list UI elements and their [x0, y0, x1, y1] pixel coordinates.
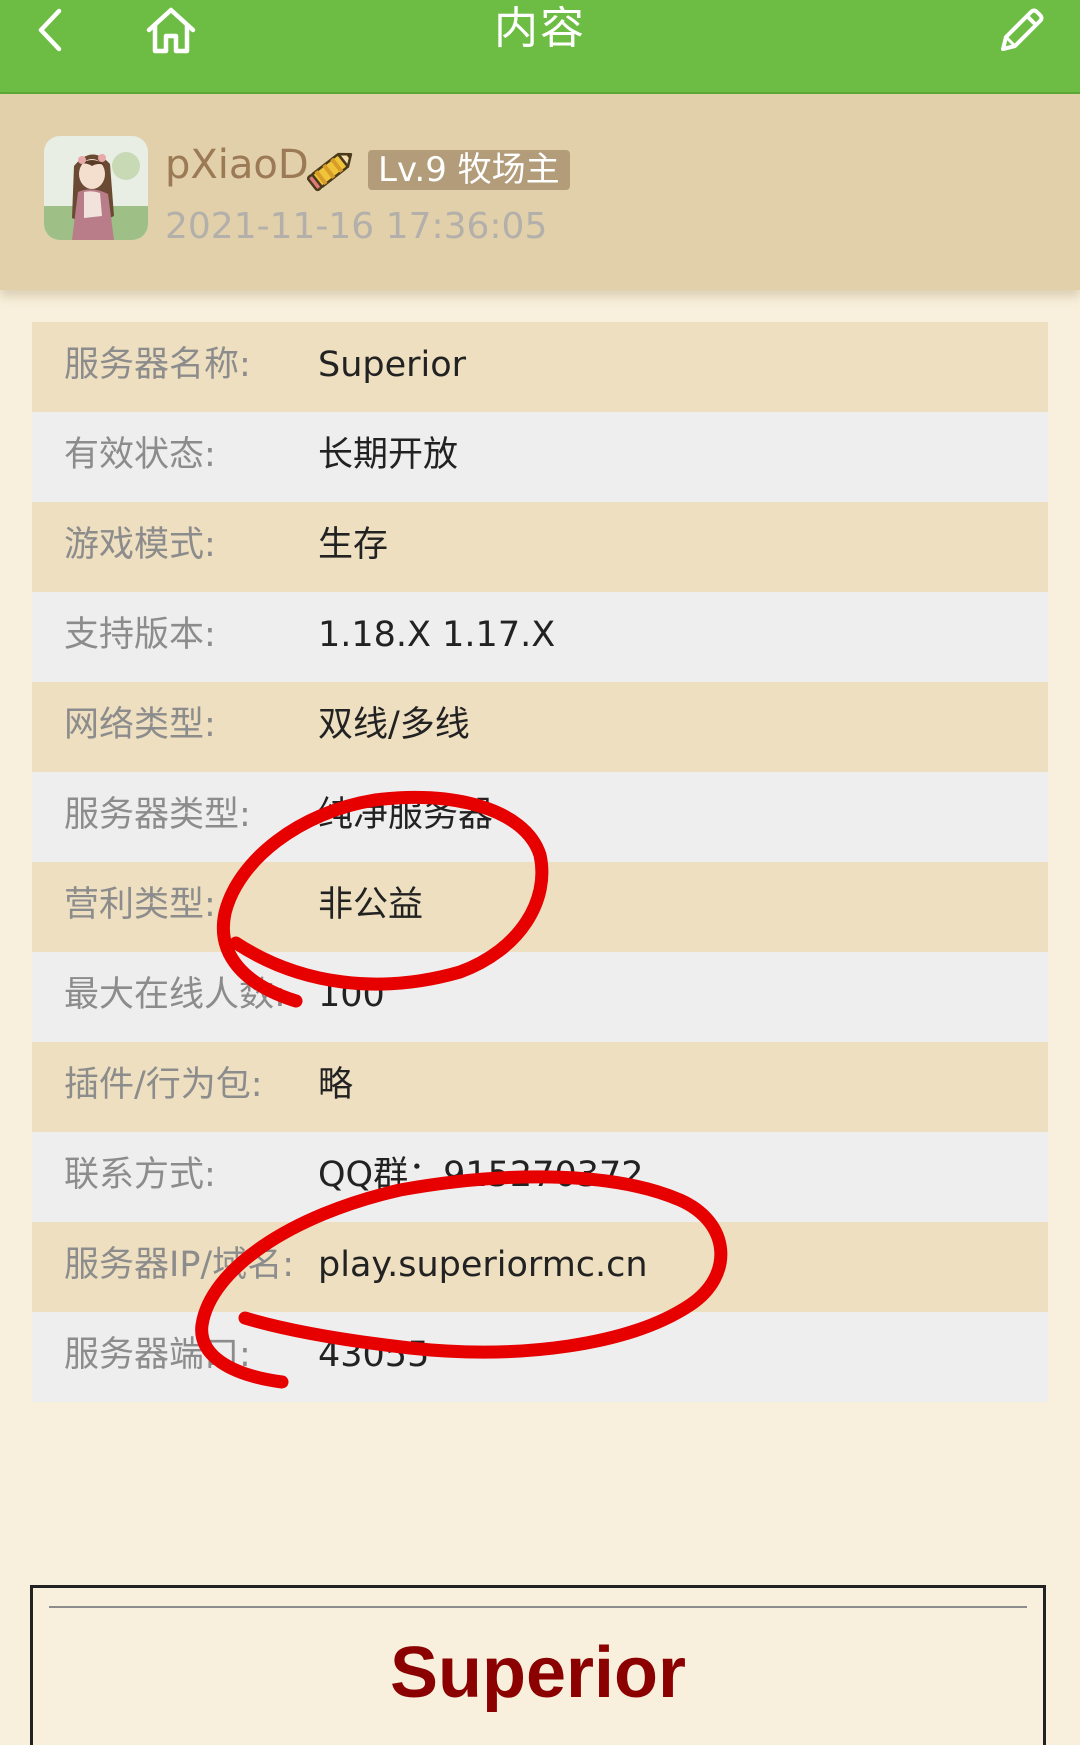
page-title: 内容	[494, 3, 586, 54]
table-row-status: 有效状态: 长期开放	[32, 412, 1048, 502]
table-row-max-players: 最大在线人数: 100	[32, 952, 1048, 1042]
table-row-server-port: 服务器端口: 43055	[32, 1312, 1048, 1402]
author-name[interactable]: pXiaoD	[165, 142, 309, 188]
table-row-versions: 支持版本: 1.18.X 1.17.X	[32, 592, 1048, 682]
row-label: 网络类型:	[64, 705, 216, 745]
content-title: Superior	[389, 1633, 687, 1713]
table-row-profit-type: 营利类型: 非公益	[32, 862, 1048, 952]
pencil-icon	[1001, 8, 1044, 51]
pencil-badge-icon	[306, 152, 353, 192]
post-content-card: Superior	[30, 1585, 1046, 1745]
edit-button[interactable]	[990, 0, 1054, 60]
row-value[interactable]: play.superiormc.cn	[318, 1222, 648, 1308]
row-value: 100	[318, 975, 385, 1015]
table-row-server-ip: 服务器IP/域名: play.superiormc.cn	[32, 1222, 1048, 1312]
avatar-image	[44, 136, 148, 240]
row-value: 1.18.X 1.17.X	[318, 615, 556, 655]
post-timestamp: 2021-11-16 17:36:05	[165, 206, 548, 247]
row-value: QQ群：915270372	[318, 1155, 644, 1195]
row-label: 插件/行为包:	[64, 1065, 263, 1105]
row-value: 略	[318, 1065, 354, 1105]
table-row-server-type: 服务器类型: 纯净服务器	[32, 772, 1048, 862]
row-label: 最大在线人数:	[64, 975, 286, 1015]
table-row-contact: 联系方式: QQ群：915270372	[32, 1132, 1048, 1222]
row-value: 纯净服务器	[318, 795, 494, 835]
table-row-network-type: 网络类型: 双线/多线	[32, 682, 1048, 772]
row-value: 43055	[318, 1335, 430, 1375]
row-value: 长期开放	[318, 435, 459, 475]
row-label: 游戏模式:	[64, 525, 216, 565]
row-label: 服务器端口:	[64, 1335, 251, 1375]
row-value: 生存	[318, 525, 389, 565]
row-value: Superior	[318, 345, 467, 385]
row-value: 非公益	[318, 885, 424, 925]
table-row-server-name: 服务器名称: Superior	[32, 322, 1048, 412]
top-navigation-bar: 内容	[0, 0, 1080, 94]
level-badge: Lv.9 牧场主	[368, 150, 570, 190]
divider	[49, 1606, 1027, 1608]
table-row-plugins: 插件/行为包: 略	[32, 1042, 1048, 1132]
row-label: 营利类型:	[64, 885, 216, 925]
server-info-table: 服务器名称: Superior 有效状态: 长期开放 游戏模式: 生存 支持版本…	[32, 322, 1048, 1402]
row-label: 服务器类型:	[64, 795, 251, 835]
post-author-header: pXiaoD Lv.9 牧场主 2021-11-16 17:36:05	[0, 94, 1080, 290]
row-label: 服务器名称:	[64, 345, 251, 385]
avatar[interactable]	[44, 136, 148, 240]
row-value: 双线/多线	[318, 705, 470, 745]
row-label: 有效状态:	[64, 435, 216, 475]
row-label: 服务器IP/域名:	[64, 1245, 295, 1285]
table-row-game-mode: 游戏模式: 生存	[32, 502, 1048, 592]
row-label: 联系方式:	[64, 1155, 216, 1195]
row-label: 支持版本:	[64, 615, 216, 655]
